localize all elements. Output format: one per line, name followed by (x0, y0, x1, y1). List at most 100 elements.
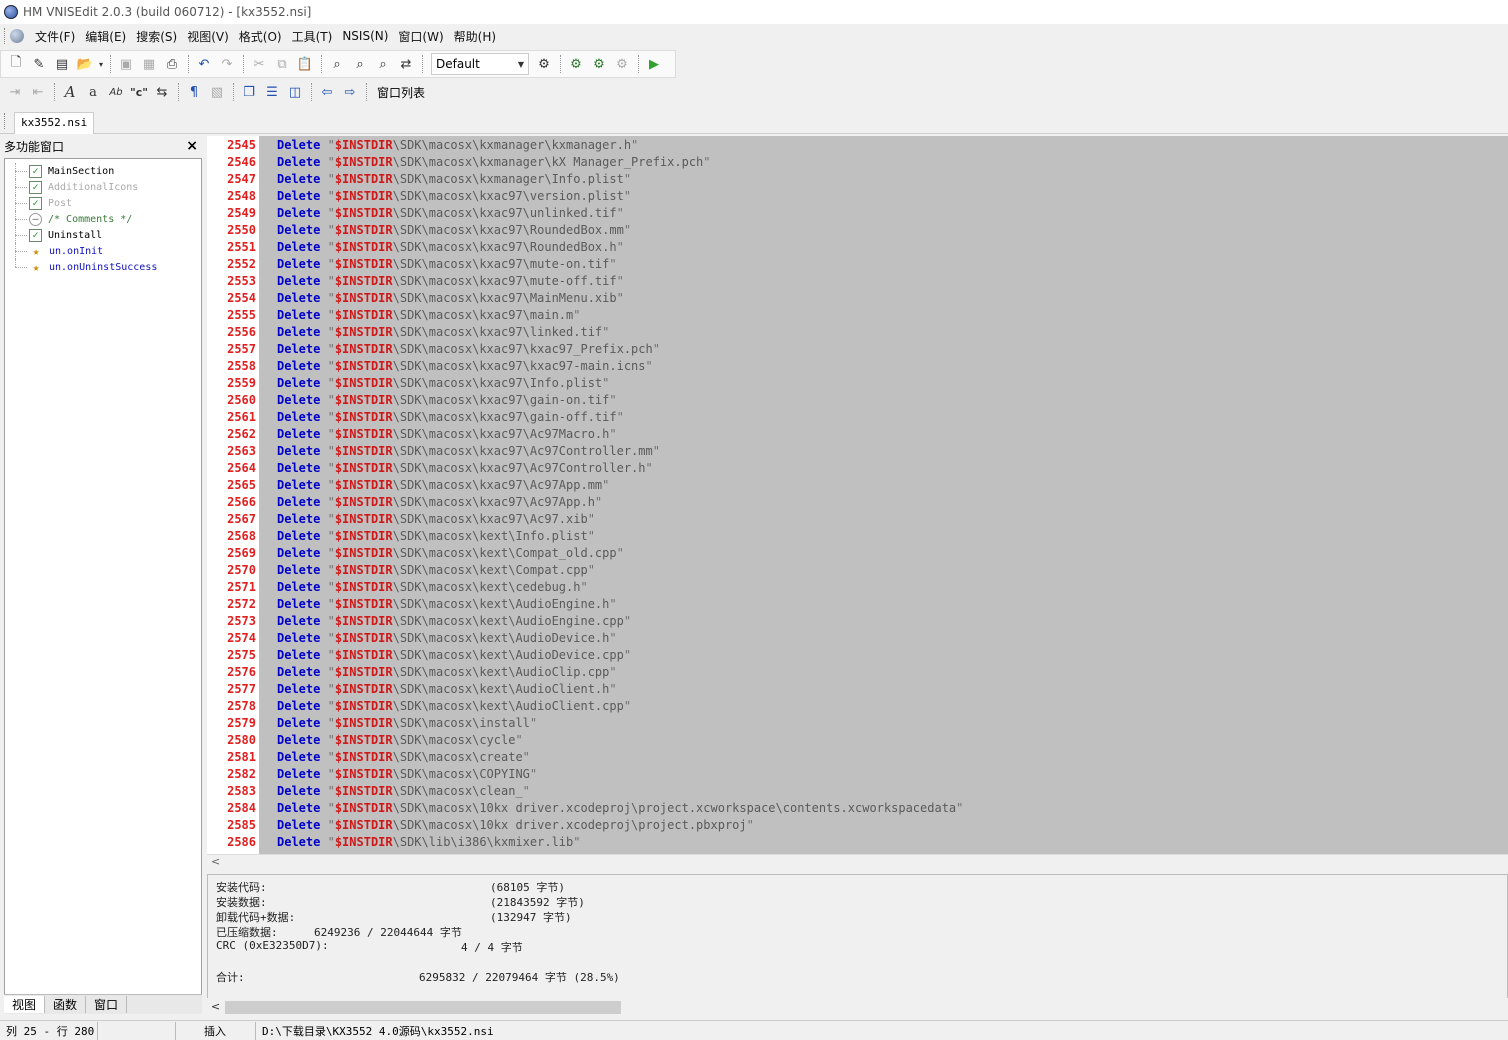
tile-horizontal-icon[interactable]: ☰ (261, 81, 283, 103)
close-icon[interactable]: × (186, 138, 198, 154)
cut-icon[interactable]: ✂ (248, 53, 270, 75)
tree-item[interactable]: ★ un.onInit (5, 243, 201, 259)
quote: " (327, 477, 335, 492)
code-text: Delete "$INSTDIR\SDK\macosx\kxac97\Ac97A… (259, 478, 609, 492)
tab-functions[interactable]: 函数 (45, 996, 87, 1013)
redo-icon[interactable]: ↷ (216, 53, 238, 75)
tree-item[interactable]: ✓ Post (5, 195, 201, 211)
quote: " (327, 256, 335, 271)
menu-view[interactable]: 视图(V) (182, 28, 234, 45)
wizard-icon[interactable]: ✎ (28, 53, 50, 75)
section-checkbox[interactable]: ✓ (29, 164, 42, 178)
section-checkbox[interactable]: ✓ (29, 180, 42, 194)
code-editor[interactable]: 2545 Delete "$INSTDIR\SDK\macosx\kxmanage… (207, 136, 1508, 854)
section-checkbox[interactable]: ✓ (29, 228, 42, 242)
code-line: 2564 Delete "$INSTDIR\SDK\macosx\kxac97\A… (207, 459, 1508, 476)
undo-icon[interactable]: ↶ (193, 53, 215, 75)
save-icon[interactable]: ▣ (115, 53, 137, 75)
tab-view[interactable]: 视图 (4, 996, 46, 1013)
tabstrip-grip[interactable] (4, 113, 7, 129)
tab-document[interactable]: kx3552.nsi (14, 112, 95, 134)
paste-icon[interactable]: 📋 (294, 53, 316, 75)
find-icon[interactable]: ⌕ (326, 53, 348, 75)
open-folder-icon[interactable]: 📂 (74, 53, 96, 75)
path-string: \SDK\macosx\kext\Compat.cpp (392, 562, 588, 577)
code-text: Delete "$INSTDIR\SDK\macosx\kext\AudioEn… (259, 597, 617, 611)
scrollbar-thumb[interactable] (225, 1001, 621, 1014)
menu-edit[interactable]: 编辑(E) (80, 28, 131, 45)
template-icon[interactable]: ▤ (51, 53, 73, 75)
replace-icon[interactable]: ⇄ (395, 53, 417, 75)
menu-nsis[interactable]: NSIS(N) (337, 29, 393, 43)
save-all-icon[interactable]: ▦ (138, 53, 160, 75)
wrap-icon[interactable]: ▧ (206, 81, 228, 103)
find-previous-icon[interactable]: ⌕ (372, 53, 394, 75)
next-window-icon[interactable]: ⇨ (339, 81, 361, 103)
tab-windows[interactable]: 窗口 (86, 996, 128, 1013)
quote: " (327, 579, 335, 594)
line-number: 2569 (227, 545, 256, 560)
line-number: 2552 (227, 256, 256, 271)
print-icon[interactable]: ⎙ (161, 53, 183, 75)
menu-help[interactable]: 帮助(H) (449, 28, 501, 45)
syntax-scheme-select[interactable]: Default ▼ (431, 53, 529, 75)
compile-icon[interactable]: ⚙ (565, 53, 587, 75)
capitalize-icon[interactable]: Ab (105, 81, 127, 103)
path-string: \SDK\macosx\cycle (392, 732, 516, 747)
new-file-icon[interactable]: 🗋 (5, 53, 27, 75)
tree-item-label: un.onUninstSuccess (49, 261, 158, 273)
lowercase-icon[interactable]: a (82, 81, 104, 103)
convert-icon[interactable]: ⇆ (151, 81, 173, 103)
copy-icon[interactable]: ⧉ (271, 53, 293, 75)
previous-window-icon[interactable]: ⇦ (316, 81, 338, 103)
menubar-grip[interactable] (4, 28, 7, 44)
open-dropdown-icon[interactable]: ▾ (97, 53, 105, 75)
scroll-left-icon[interactable]: < (211, 1000, 220, 1013)
indent-icon[interactable]: ⇥ (4, 81, 26, 103)
line-number: 2584 (227, 800, 256, 815)
variable: $INSTDIR (334, 749, 393, 764)
section-checkbox[interactable]: ✓ (29, 196, 42, 210)
run-icon[interactable]: ▶ (643, 53, 665, 75)
path-string: \SDK\macosx\kxac97\kxac97-main.icns (392, 358, 646, 373)
menu-window[interactable]: 窗口(W) (393, 28, 448, 45)
tree-item[interactable]: ✓ Uninstall (5, 227, 201, 243)
path-string: \SDK\macosx\kxac97\mute-off.tif (392, 273, 617, 288)
path-string: \SDK\macosx\kxac97\MainMenu.xib (392, 290, 617, 305)
compiler-output-panel: 安装代码: (68105 字节) 安装数据: (21843592 字节) 卸载代码+数据… (207, 874, 1508, 1000)
tile-vertical-icon[interactable]: ◫ (284, 81, 306, 103)
italic-a-icon[interactable]: A (59, 81, 81, 103)
quote: " (327, 664, 335, 679)
quote: " (652, 341, 660, 356)
line-number: 2550 (227, 222, 256, 237)
line-number: 2576 (227, 664, 256, 679)
editor-horizontal-scrollbar[interactable]: < (207, 854, 1508, 870)
variable: $INSTDIR (334, 222, 393, 237)
cascade-windows-icon[interactable]: ❐ (238, 81, 260, 103)
outdent-icon[interactable]: ⇤ (27, 81, 49, 103)
find-next-icon[interactable]: ⌕ (349, 53, 371, 75)
output-horizontal-scrollbar[interactable]: < (207, 998, 1508, 1016)
scroll-left-icon[interactable]: < (211, 855, 220, 868)
compile-run-icon[interactable]: ⚙ (588, 53, 610, 75)
quote-icon[interactable]: "c" (128, 81, 150, 103)
window-list-button[interactable]: 窗口列表 (371, 84, 431, 101)
menu-format[interactable]: 格式(O) (234, 28, 287, 45)
menu-file[interactable]: 文件(F) (30, 28, 80, 45)
keyword: Delete (277, 562, 321, 577)
code-text: Delete "$INSTDIR\SDK\macosx\kxac97\Ac97C… (259, 461, 653, 475)
menu-search[interactable]: 搜索(S) (131, 28, 182, 45)
tree-item[interactable]: ✓ MainSection (5, 163, 201, 179)
menu-tools[interactable]: 工具(T) (287, 28, 338, 45)
tree-item[interactable]: ✓ AdditionalIcons (5, 179, 201, 195)
scheme-settings-icon[interactable]: ⚙ (533, 53, 555, 75)
output-value: (132947 字节) (490, 911, 572, 924)
pilcrow-icon[interactable]: ¶ (183, 81, 205, 103)
document-system-menu-icon[interactable] (10, 29, 24, 43)
tree-item[interactable]: –/* Comments */ (5, 211, 201, 227)
code-line: 2553 Delete "$INSTDIR\SDK\macosx\kxac97\m… (207, 272, 1508, 289)
line-number: 2560 (227, 392, 256, 407)
keyword: Delete (277, 409, 321, 424)
stop-compile-icon[interactable]: ⚙ (611, 53, 633, 75)
tree-item[interactable]: ★ un.onUninstSuccess (5, 259, 201, 275)
